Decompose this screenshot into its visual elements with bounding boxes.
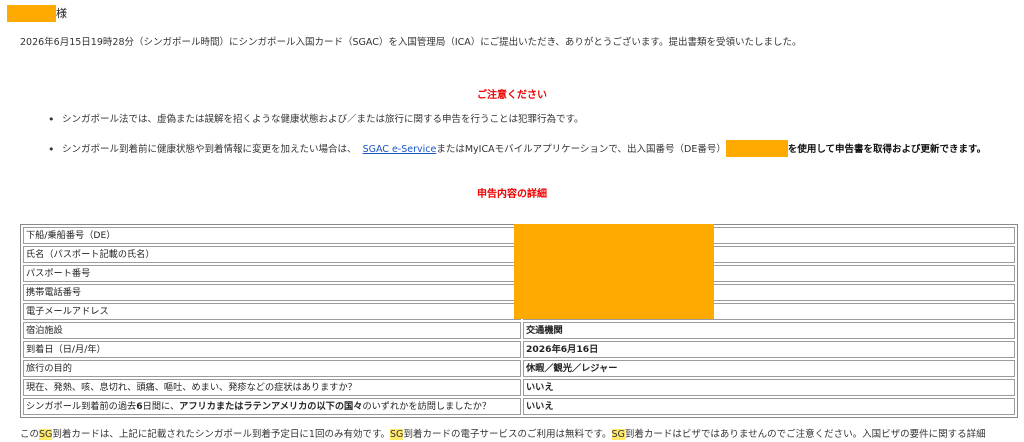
row-value-purpose: 休暇／観光／レジャー	[523, 360, 1015, 377]
notice-bullet-2-middle: またはMyICAモバイルアプリケーションで、出入国番号（DE番号）	[436, 144, 726, 155]
row-value-accommodation: 交通機関	[523, 322, 1015, 339]
row-label-arrival-date: 到着日（日/月/年）	[23, 341, 521, 358]
travel-history-label-mid: 日間に、	[142, 401, 180, 412]
row-label-accommodation: 宿泊施設	[23, 322, 521, 339]
notice-bullet-1-text: シンガポール法では、虚偽または誤解を招くような健康状態および／または旅行に関する…	[62, 114, 584, 125]
footer-text: このSG到着カードは、上記に記載されたシンガポール到着予定日に1回のみ有効です。…	[20, 428, 986, 442]
row-label-purpose: 旅行の目的	[23, 360, 521, 377]
travel-history-label-after: のいずれかを訪問しましたか？	[362, 401, 492, 412]
row-value-travel-history: いいえ	[523, 398, 1015, 415]
table-row: シンガポール到着前の過去6日間に、アフリカまたはラテンアメリカの以下の国々のいず…	[23, 398, 1015, 415]
notice-bullet-2-before: シンガポール到着前に健康状態や到着情報に変更を加えたい場合は、	[62, 144, 357, 155]
row-label-name: 氏名（パスポート記載の氏名）	[23, 246, 521, 263]
row-value-arrival-date: 2026年6月16日	[523, 341, 1015, 358]
footer-part-4: 到着カードはビザではありませんのでご注意ください。入国ビザの要件に関する詳細	[624, 429, 986, 440]
bullet-icon: •	[48, 113, 55, 126]
confirmation-message: 2026年6月15日19時28分（シンガポール時間）にシンガポール入国カード（S…	[20, 37, 802, 48]
row-label-mobile: 携帯電話番号	[23, 284, 521, 301]
travel-history-label-before: シンガポール到着前の過去	[26, 401, 137, 412]
details-heading: 申告内容の詳細	[477, 189, 547, 200]
row-label-travel-history: シンガポール到着前の過去6日間に、アフリカまたはラテンアメリカの以下の国々のいず…	[23, 398, 521, 415]
redacted-personal-details	[514, 224, 714, 319]
row-label-email: 電子メールアドレス	[23, 303, 521, 320]
notice-bullet-2-text: シンガポール到着前に健康状態や到着情報に変更を加えたい場合は、 SGAC e-S…	[62, 140, 987, 157]
row-label-de-number: 下船/乗船番号（DE）	[23, 227, 521, 244]
table-row: 現在、発熱、咳、息切れ、頭痛、嘔吐、めまい、発疹などの症状はありますか？ いいえ	[23, 379, 1015, 396]
footer-part-1: この	[20, 429, 40, 440]
row-value-symptoms: いいえ	[523, 379, 1015, 396]
footer-part-3: 到着カードの電子サービスのご利用は無料です。	[403, 429, 612, 440]
sg-highlight: SG	[390, 429, 404, 440]
greeting: 様	[7, 5, 67, 22]
redacted-de-number	[725, 140, 788, 157]
table-row: 宿泊施設 交通機関	[23, 322, 1015, 339]
travel-history-label-regions: アフリカまたはラテンアメリカの以下の国々	[179, 401, 363, 412]
notice-bullet-2-after: を使用して申告書を取得および更新できます。	[787, 144, 987, 155]
notice-heading: ご注意ください	[477, 90, 547, 101]
table-row: 到着日（日/月/年） 2026年6月16日	[23, 341, 1015, 358]
row-label-symptoms: 現在、発熱、咳、息切れ、頭痛、嘔吐、めまい、発疹などの症状はありますか？	[23, 379, 521, 396]
row-label-passport: パスポート番号	[23, 265, 521, 282]
redacted-recipient-name	[7, 5, 56, 22]
footer-part-2: 到着カードは、上記に記載されたシンガポール到着予定日に1回のみ有効です。	[52, 429, 391, 440]
sg-highlight: SG	[39, 429, 53, 440]
bullet-icon: •	[48, 143, 55, 156]
honorific: 様	[56, 7, 67, 20]
sgac-e-service-link[interactable]: SGAC e-Service	[363, 144, 437, 155]
table-row: 旅行の目的 休暇／観光／レジャー	[23, 360, 1015, 377]
sg-highlight: SG	[611, 429, 625, 440]
